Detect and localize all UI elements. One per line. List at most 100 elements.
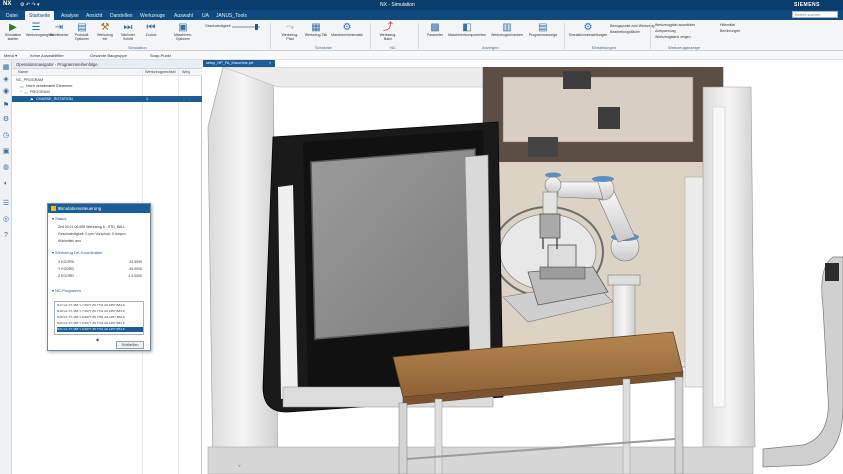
simulation-settings-button[interactable]: ⚙ Simulationseinstellungen xyxy=(568,22,608,44)
tab-auswahl[interactable]: Auswahl xyxy=(170,11,197,20)
tool-on-button[interactable]: ⚒ Werkzeug ein xyxy=(95,22,115,44)
ribbon-mini-item[interactable]: Hilfsmittel xyxy=(720,23,735,27)
close-button[interactable]: Schließen xyxy=(116,341,144,349)
machine-kinematic-button[interactable]: ⚙ Maschinenkinematik xyxy=(330,22,364,44)
tab-darstellen[interactable]: Darstellen xyxy=(106,11,137,20)
siemens-logo: SIEMENS xyxy=(794,2,821,8)
robot-pedestal-top xyxy=(607,274,641,286)
nc-line[interactable]: N20 G1 X7.466 Y-6.9677 Z9.7711 A0.1357 B… xyxy=(57,321,143,326)
tool-track-button[interactable]: ⤴ Werkzeug-Bahn xyxy=(376,22,400,44)
back-button[interactable]: ⏮ Zurück xyxy=(141,22,161,44)
list-icon: ☰ xyxy=(31,22,41,33)
ribbon-mini-item[interactable]: Werkzeugstand zeigen xyxy=(655,35,691,39)
status-time: Zeit 00:21:06.609 Werkzeug 6 : STD_BALL xyxy=(58,225,126,229)
toolpath-button[interactable]: ⤳ Werkzeug-Pfad xyxy=(278,22,302,44)
close-icon[interactable]: × xyxy=(269,61,271,65)
table-leg xyxy=(398,402,408,474)
tab-startseite[interactable]: Startseite xyxy=(25,11,55,20)
ribbon-mini-item[interactable]: Bezugspunkt zum Werkzeug xyxy=(610,24,655,28)
column-header-tool-change[interactable]: Werkzeugwechsel xyxy=(145,70,176,74)
machine-tool-navigator-icon[interactable]: ⚙ xyxy=(2,116,10,123)
section-axes[interactable]: ▾Werkzeug DK-Koordinaten xyxy=(52,250,103,255)
document-tab[interactable]: setup_HP_FA_Maschine.prt × xyxy=(203,60,275,67)
nc-line[interactable]: N18 G1 X7.466 Y-7.0677 Z9.7711 A0.1357 B… xyxy=(57,309,143,314)
ribbon-separator xyxy=(650,23,651,49)
check-icon: ✓ ✓ xyxy=(182,97,192,103)
operation-navigator-icon[interactable]: ⚑ xyxy=(2,102,10,109)
palette-icon[interactable]: ◐ xyxy=(2,180,10,187)
cabinet-icon: ▥ xyxy=(502,22,512,33)
tab-werkzeuge[interactable]: Werkzeuge xyxy=(136,11,169,20)
axis-value: 33.9999 xyxy=(129,260,142,264)
graphics-window[interactable]: setup_HP_FA_Maschine.prt × Y xyxy=(203,60,843,474)
part-navigator-icon[interactable]: ▦ xyxy=(2,64,10,71)
robot-wrist xyxy=(542,191,558,215)
chevron-down-icon[interactable]: ◆ xyxy=(96,337,99,342)
title-bar: NX ⚙ ↶ ↷ ▾ NX - Simulation SIEMENS xyxy=(0,0,843,10)
tree-row[interactable]: − ▭ PROGRAM xyxy=(12,89,202,95)
tab-analyse[interactable]: Analyse xyxy=(57,11,83,20)
tab-ua[interactable]: UA xyxy=(198,11,213,20)
tab-ansicht[interactable]: Ansicht xyxy=(82,11,106,20)
ribbon-mini-item[interactable]: Bearbeitungsfläche xyxy=(610,30,640,34)
snap-point-toggle[interactable]: Snap-Punkt xyxy=(150,53,171,58)
nc-program-list[interactable]: N17 G1 X7.466 Y-7.0677 Z9.7711 A0.1357 B… xyxy=(54,301,144,335)
tool-icon: ⚒ xyxy=(100,22,110,33)
tab-datei[interactable]: Datei xyxy=(2,11,22,20)
program-display-button[interactable]: ▤ Programmanzeige xyxy=(526,22,560,44)
constraint-icon[interactable]: ◉ xyxy=(2,88,10,95)
ribbon-mini-item[interactable]: Werkzeugpfad auswählen xyxy=(655,23,695,27)
speed-slider-handle[interactable] xyxy=(255,24,258,30)
tool-cabinet-button[interactable]: ▥ Werkzeugschranken xyxy=(490,22,524,44)
parameter-button[interactable]: ▩ Parameter xyxy=(424,22,446,44)
web-browser-icon[interactable]: ◍ xyxy=(2,164,10,171)
toolpath-list-button[interactable]: ☰ Werkzeugwegliste xyxy=(26,22,54,44)
command-search-input[interactable]: Befehl suchen xyxy=(792,11,838,18)
nc-line[interactable]: N19 G1 X7.466 Y-6.9677 Z9.7701 A0.1357 B… xyxy=(57,315,143,320)
quick-access-toolbar[interactable]: ⚙ ↶ ↷ ▾ xyxy=(20,2,40,8)
simulation-start-button[interactable]: ▶ Simulation starten xyxy=(3,22,23,44)
machine-options-button[interactable]: ▣ Maschinen-Optionen xyxy=(170,22,196,44)
column-header-name[interactable]: Name xyxy=(18,70,28,74)
section-status[interactable]: ▾Status xyxy=(52,216,66,221)
protocol-options-button[interactable]: ▤ Protokoll-Optionen xyxy=(72,22,92,44)
column-divider xyxy=(178,69,179,474)
machine-scene[interactable] xyxy=(203,67,843,474)
tab-janus-tools[interactable]: JANUS_Tools xyxy=(212,11,251,20)
ribbon-mini-item[interactable]: Berührungen xyxy=(720,29,740,33)
dialog-title-bar[interactable]: Simulationssteuerung × xyxy=(48,204,150,213)
expand-icon[interactable]: − xyxy=(20,90,22,94)
column-header-path[interactable]: Weg xyxy=(182,70,190,74)
program-icon: ▤ xyxy=(538,22,548,33)
navigator-title-bar: Operationsnavigator - Programmreihenfolg… xyxy=(12,60,202,69)
machine-base xyxy=(207,446,754,474)
machine-right-panel xyxy=(702,86,756,448)
nc-line-current[interactable]: N21 G1 X7.466 Y-6.9677 Z9.7711 A0.1357 B… xyxy=(57,327,143,332)
assembly-navigator-icon[interactable]: ◈ xyxy=(2,76,10,83)
help-icon[interactable]: ? xyxy=(2,232,10,239)
axis-name: X KOORD xyxy=(58,260,75,264)
machine-components-button[interactable]: ◧ Maschinenkomponenten xyxy=(448,22,486,44)
next-step-button[interactable]: ⏭ Nächster Schritt xyxy=(118,22,138,44)
axis-value: 4.3.0000 xyxy=(128,274,142,278)
group-label-simulation: Simulation xyxy=(128,45,147,50)
section-nc-program[interactable]: ▾NC-Programm xyxy=(52,288,81,293)
coordinate-triad: Y xyxy=(238,463,241,468)
selection-filter-dropdown[interactable]: Keine Auswahlfilter xyxy=(30,53,64,58)
roles-icon[interactable]: ☰ xyxy=(2,200,10,207)
ribbon-mini-item[interactable]: Aufspannung xyxy=(655,29,676,33)
interior-bracket xyxy=(528,137,558,157)
robot-joint-ring xyxy=(545,172,561,178)
assembly-scope-dropdown[interactable]: Gesamte Baugruppe xyxy=(90,53,127,58)
nc-line[interactable]: N17 G1 X7.466 Y-7.0677 Z9.7711 A0.1357 B… xyxy=(57,303,143,308)
reuse-library-icon[interactable]: ▣ xyxy=(2,148,10,155)
step-button[interactable]: ⇥ Schrittweise xyxy=(49,22,69,44)
system-scenes-icon[interactable]: ◎ xyxy=(2,216,10,223)
kinematic-icon: ⚙ xyxy=(342,22,352,33)
close-icon[interactable]: × xyxy=(58,206,61,211)
tree-row-selected[interactable]: ⚑ CHASSE_ROTATION 1 ✓ ✓ xyxy=(12,96,202,103)
menu-button[interactable]: Menü ▾ xyxy=(4,53,17,58)
tool-tab-button[interactable]: ▦ Werkzeug-Tab xyxy=(304,22,328,44)
navigator-column-header: Name Werkzeugwechsel Weg xyxy=(12,69,202,76)
history-icon[interactable]: ◷ xyxy=(2,132,10,139)
